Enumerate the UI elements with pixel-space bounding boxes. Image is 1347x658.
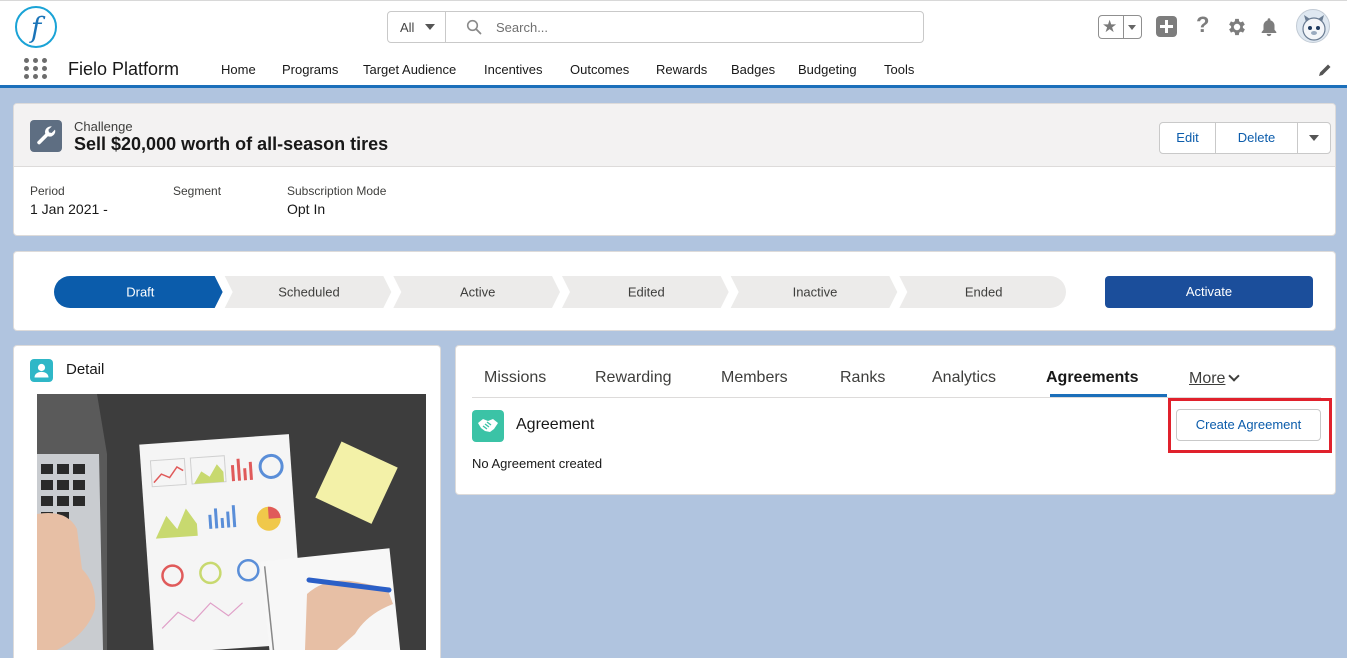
global-header: f All ★ ? [0, 0, 1347, 50]
activate-button[interactable]: Activate [1105, 276, 1313, 308]
tab-more[interactable]: More [1189, 370, 1241, 388]
chevron-down-icon [1228, 370, 1241, 382]
tab-more-label: More [1189, 370, 1226, 387]
caret-down-icon [425, 24, 435, 30]
detail-card: Detail [13, 345, 441, 658]
favorites-list-chevron-icon[interactable] [1128, 25, 1136, 30]
nav-item-outcomes[interactable]: Outcomes [570, 62, 629, 77]
field-value-period: 1 Jan 2021 - [30, 201, 108, 217]
path-step-edited[interactable]: Edited [562, 276, 729, 308]
field-label-period: Period [30, 184, 65, 198]
divider [1123, 16, 1124, 38]
field-label-segment: Segment [173, 184, 222, 198]
search-scope-dropdown[interactable]: All [388, 12, 446, 42]
path-step-inactive[interactable]: Inactive [730, 276, 898, 308]
more-actions-chevron-icon[interactable] [1298, 123, 1330, 153]
delete-button[interactable]: Delete [1216, 123, 1298, 153]
path-step-active[interactable]: Active [393, 276, 560, 308]
field-label-subscription-mode: Subscription Mode [287, 184, 387, 198]
record-highlights-panel: Challenge Sell $20,000 worth of all-seas… [13, 103, 1336, 236]
create-agreement-button[interactable]: Create Agreement [1176, 409, 1321, 441]
status-path: Draft Scheduled Active Edited Inactive Ended [54, 276, 1066, 308]
path-step-draft[interactable]: Draft [54, 276, 223, 308]
path-step-label: Draft [126, 285, 155, 300]
tab-members[interactable]: Members [721, 369, 788, 387]
tab-rewarding[interactable]: Rewarding [595, 369, 671, 387]
record-type-label: Challenge [74, 119, 133, 134]
record-actions: Edit Delete [1159, 122, 1331, 154]
fielo-logo[interactable]: f [15, 6, 57, 48]
app-name: Fielo Platform [68, 59, 180, 79]
tab-bar: Missions Rewarding Members Ranks Analyti… [472, 362, 1321, 398]
search-icon [466, 19, 482, 35]
setup-gear-icon[interactable] [1226, 16, 1248, 38]
favorites-star-icon[interactable]: ★ [1102, 17, 1117, 37]
user-avatar[interactable] [1296, 9, 1330, 43]
astro-avatar-icon [1302, 15, 1326, 41]
agreement-empty-message: No Agreement created [472, 456, 603, 471]
record-header: Challenge Sell $20,000 worth of all-seas… [14, 104, 1335, 167]
nav-item-budgeting[interactable]: Budgeting [798, 62, 857, 77]
business-desk-illustration [37, 394, 426, 650]
active-tab-indicator [1050, 394, 1167, 397]
tab-ranks[interactable]: Ranks [840, 369, 885, 387]
path-step-ended[interactable]: Ended [899, 276, 1066, 308]
nav-item-home[interactable]: Home [221, 62, 256, 77]
app-navigation-bar: Fielo Platform Home Programs Target Audi… [0, 50, 1347, 88]
agreement-section-title: Agreement [516, 416, 595, 433]
nav-item-incentives[interactable]: Incentives [484, 62, 543, 77]
edit-button[interactable]: Edit [1160, 123, 1216, 153]
path-step-label: Ended [965, 285, 1003, 300]
favorites-button-group[interactable]: ★ [1098, 15, 1142, 39]
search-input[interactable] [496, 16, 906, 38]
status-path-panel: Draft Scheduled Active Edited Inactive Ended … [13, 251, 1336, 331]
tab-agreements[interactable]: Agreements [1046, 369, 1138, 387]
contact-user-icon [30, 359, 53, 382]
path-step-label: Active [460, 285, 495, 300]
handshake-icon [472, 410, 504, 442]
app-launcher-icon[interactable] [24, 58, 48, 80]
path-step-label: Edited [628, 285, 665, 300]
path-step-scheduled[interactable]: Scheduled [224, 276, 392, 308]
related-tabs-card: Missions Rewarding Members Ranks Analyti… [455, 345, 1336, 495]
help-icon[interactable]: ? [1196, 12, 1209, 38]
search-scope-label: All [400, 20, 415, 35]
path-step-label: Inactive [793, 285, 838, 300]
logo-letter: f [30, 11, 42, 44]
nav-item-target-audience[interactable]: Target Audience [363, 62, 456, 77]
edit-nav-pencil-icon[interactable] [1317, 62, 1333, 78]
tab-missions[interactable]: Missions [484, 369, 546, 387]
global-create-icon[interactable] [1156, 16, 1177, 37]
challenge-image [37, 394, 426, 650]
wrench-icon [30, 120, 62, 152]
record-title: Sell $20,000 worth of all-season tires [74, 134, 389, 154]
notifications-bell-icon[interactable] [1258, 16, 1280, 38]
nav-item-badges[interactable]: Badges [731, 62, 775, 77]
path-step-label: Scheduled [278, 285, 339, 300]
nav-item-programs[interactable]: Programs [282, 62, 338, 77]
global-search: All [387, 11, 924, 43]
detail-title: Detail [66, 361, 105, 378]
field-value-subscription-mode: Opt In [287, 201, 326, 217]
nav-item-rewards[interactable]: Rewards [656, 62, 707, 77]
nav-item-tools[interactable]: Tools [884, 62, 914, 77]
tab-analytics[interactable]: Analytics [932, 369, 996, 387]
